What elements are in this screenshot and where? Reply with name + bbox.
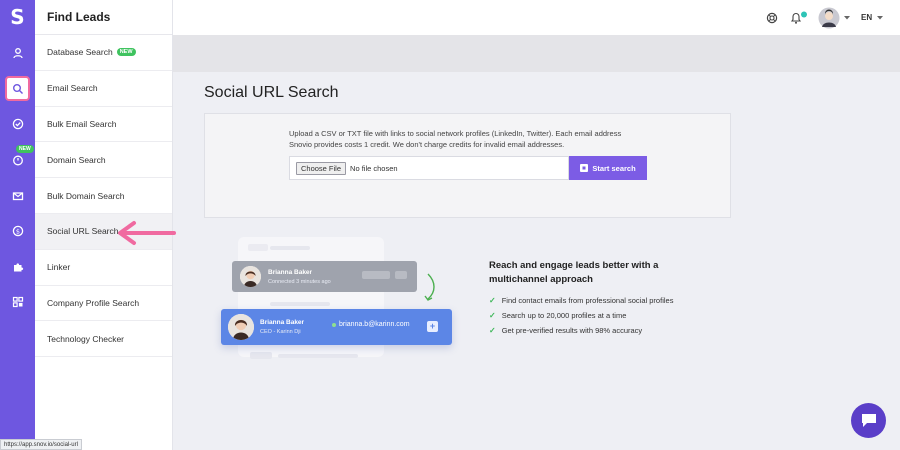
illustration-line [248, 244, 268, 251]
benefit-item: ✓ Search up to 20,000 profiles at a time [489, 311, 626, 320]
no-file-text: No file chosen [350, 163, 398, 173]
grid-icon[interactable] [5, 289, 30, 314]
sidebar-item-label: Technology Checker [47, 333, 125, 344]
mail-icon[interactable] [5, 183, 30, 208]
new-badge: NEW [16, 145, 34, 153]
avatar[interactable] [818, 0, 840, 35]
header-band [173, 35, 900, 72]
profile-card-connected: Brianna Baker Connected 3 minutes ago [232, 261, 417, 292]
profile-email: brianna.b@karinn.com [332, 321, 410, 328]
chevron-down-icon[interactable] [844, 0, 850, 35]
chat-button[interactable] [851, 403, 886, 438]
sidebar-item-label: Linker [47, 262, 71, 273]
profile-avatar [228, 314, 254, 340]
sidebar-item-bulk-domain-search[interactable]: Bulk Domain Search [35, 178, 172, 214]
sidebar-item-database-search[interactable]: Database Search NEW [35, 35, 172, 71]
profile-subtitle: Connected 3 minutes ago [268, 279, 331, 285]
illustration-line [270, 302, 330, 306]
profile-avatar [240, 266, 261, 287]
icon-rail: S NEW $ [0, 0, 35, 450]
chat-icon [861, 414, 876, 427]
status-url: https://app.snov.io/social-url [0, 439, 82, 450]
upload-description-line: Upload a CSV or TXT file with links to s… [289, 129, 622, 138]
sidebar-item-label: Domain Search [47, 154, 106, 165]
check-icon: ✓ [489, 296, 496, 305]
choose-file-button[interactable]: Choose File [296, 161, 347, 175]
profile-name: Brianna Baker [268, 269, 313, 276]
new-badge: NEW [116, 48, 136, 57]
profile-card-found: Brianna Baker CEO - Karinn Dji brianna.b… [221, 309, 452, 345]
chevron-down-icon [877, 15, 884, 19]
status-dot [332, 322, 336, 327]
help-icon[interactable] [766, 0, 778, 35]
upload-card: Upload a CSV or TXT file with links to s… [204, 113, 731, 218]
snovio-logo[interactable]: S [0, 5, 35, 30]
profile-name: Brianna Baker [260, 319, 305, 326]
sidebar-item-technology-checker[interactable]: Technology Checker [35, 321, 172, 358]
benefit-text: Get pre-verified results with 98% accura… [501, 326, 643, 335]
sidebar-item-label: Social URL Search [47, 226, 119, 237]
sidebar-item-label: Database Search [47, 47, 113, 58]
pointer-arrow-icon [118, 221, 176, 245]
benefit-item: ✓ Get pre-verified results with 98% accu… [489, 326, 642, 335]
language-label: EN [861, 13, 873, 22]
dollar-icon[interactable]: $ [5, 218, 30, 243]
check-icon: ✓ [489, 311, 496, 320]
illustration-line [250, 352, 272, 359]
page-title: Social URL Search [204, 84, 339, 101]
placeholder-pill [362, 271, 390, 279]
sidebar-item-domain-search[interactable]: Domain Search [35, 142, 172, 179]
sidebar-item-email-search[interactable]: Email Search [35, 71, 172, 107]
sidebar-item-label: Bulk Email Search [47, 118, 117, 129]
benefit-text: Search up to 20,000 profiles at a time [501, 311, 627, 320]
check-icon: ✓ [489, 326, 496, 335]
puzzle-icon[interactable] [5, 254, 30, 279]
svg-text:$: $ [15, 227, 19, 235]
search-icon[interactable] [5, 76, 30, 101]
language-selector[interactable]: EN [861, 0, 884, 35]
sidebar-item-linker[interactable]: Linker [35, 250, 172, 286]
placeholder-pill [395, 271, 407, 279]
profile-subtitle: CEO - Karinn Dji [260, 329, 301, 335]
profile-email-text: brianna.b@karinn.com [339, 321, 410, 328]
sidebar-item-company-profile-search[interactable]: Company Profile Search [35, 286, 172, 322]
benefits-title: Reach and engage leads better with a mul… [489, 260, 659, 285]
sidebar-title: Find Leads [35, 0, 172, 35]
add-icon: + [427, 321, 438, 332]
upload-description-line: Snovio provides costs 1 credit. We don't… [289, 140, 565, 149]
user-icon[interactable] [5, 40, 30, 65]
benefit-text: Find contact emails from professional so… [501, 296, 674, 305]
start-search-label: Start search [592, 163, 636, 173]
sidebar-item-label: Company Profile Search [47, 297, 140, 308]
illustration-line [278, 354, 358, 358]
check-circle-icon[interactable] [5, 111, 30, 136]
sidebar-item-label: Email Search [47, 83, 98, 94]
start-search-button[interactable]: Start search [569, 156, 647, 180]
sidebar-item-bulk-email-search[interactable]: Bulk Email Search [35, 107, 172, 143]
bell-icon[interactable] [789, 0, 809, 35]
sidebar-item-label: Bulk Domain Search [47, 190, 125, 201]
upload-description: Upload a CSV or TXT file with links to s… [289, 128, 649, 150]
illustration-line [270, 246, 310, 250]
curved-arrow-icon [424, 273, 435, 301]
start-icon [580, 164, 589, 172]
benefit-item: ✓ Find contact emails from professional … [489, 296, 673, 305]
file-input[interactable]: Choose File No file chosen [289, 156, 569, 180]
